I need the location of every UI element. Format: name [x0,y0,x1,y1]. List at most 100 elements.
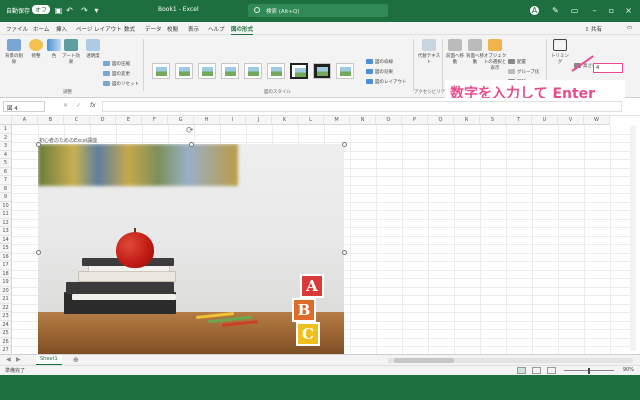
row-header[interactable]: 21 [0,295,12,304]
column-header[interactable]: R [454,116,480,125]
picture[interactable]: A B C [38,144,344,354]
tab-insert[interactable]: 挿入 [56,25,67,33]
row-header[interactable]: 22 [0,303,12,312]
add-sheet-button[interactable]: ⊕ [73,356,79,364]
column-header[interactable]: W [584,116,610,125]
picture-style-8[interactable] [313,63,331,79]
column-header[interactable]: J [246,116,272,125]
redo-icon[interactable]: ↷ [80,6,89,15]
row-header[interactable]: 12 [0,218,12,227]
worksheet-grid[interactable]: ABCDEFGHIJKLMNOPQRSTUVW 1 2 3 4 5 6 7 8 9 10 11 12 1… [0,116,640,354]
tab-help[interactable]: ヘルプ [208,25,225,33]
alt-text-button[interactable]: 代替テキスト [417,39,441,65]
row-header[interactable]: 14 [0,235,12,244]
row-header[interactable]: 17 [0,261,12,270]
row-header[interactable]: 26 [0,337,12,346]
picture-style-6[interactable] [267,63,285,79]
row-header[interactable]: 5 [0,159,12,168]
row-header[interactable]: 20 [0,286,12,295]
reset-picture-button[interactable]: 図のリセット [103,81,139,87]
share-button[interactable]: ⇪ 共有 [585,25,602,33]
autosave-toggle[interactable]: オフ [32,5,51,14]
search-box[interactable]: 検索 (Alt+Q) [248,4,388,17]
select-all-corner[interactable] [0,116,12,125]
column-header[interactable]: L [298,116,324,125]
row-header[interactable]: 15 [0,244,12,253]
tab-picture-format[interactable]: 図の形式 [231,25,254,35]
column-header[interactable]: M [324,116,350,125]
column-header[interactable]: Q [428,116,454,125]
zoom-slider-knob[interactable] [588,368,590,374]
crop-button[interactable]: トリミング [549,39,571,65]
change-picture-button[interactable]: 図の変更 [103,71,130,77]
row-header[interactable]: 3 [0,142,12,151]
normal-view-button[interactable] [517,367,526,374]
vertical-scrollbar[interactable] [630,125,636,351]
bring-forward-button[interactable]: 前面へ移動 [444,39,466,65]
picture-style-9[interactable] [336,63,354,79]
resize-handle[interactable] [342,142,347,147]
column-header[interactable]: O [376,116,402,125]
undo-icon[interactable]: ↶ [65,6,74,15]
row-header[interactable]: 9 [0,193,12,202]
user-avatar[interactable]: A [530,6,539,15]
insert-function-button[interactable]: fx [90,102,96,109]
row-header[interactable]: 2 [0,133,12,142]
sheet-tab[interactable]: Sheet1 [36,355,62,365]
comment-button[interactable]: ▭ [627,25,632,31]
column-header[interactable]: A [12,116,38,125]
close-icon[interactable]: × [624,6,633,15]
cell-b2[interactable]: 初心者のためのExcel講座 [39,137,97,144]
resize-handle[interactable] [342,250,347,255]
column-header[interactable]: E [116,116,142,125]
row-header[interactable]: 18 [0,269,12,278]
row-header[interactable]: 19 [0,278,12,287]
column-header[interactable]: D [90,116,116,125]
row-header[interactable]: 7 [0,176,12,185]
column-header[interactable]: K [272,116,298,125]
column-header[interactable]: V [558,116,584,125]
column-header[interactable]: G [168,116,194,125]
picture-style-4[interactable] [221,63,239,79]
picture-style-2[interactable] [175,63,193,79]
column-header[interactable]: H [194,116,220,125]
picture-layout-button[interactable]: 図のレイアウト [366,79,407,85]
prev-sheet-icon[interactable]: ◀ [6,356,11,363]
tab-file[interactable]: ファイル [6,25,28,33]
row-header[interactable]: 25 [0,329,12,338]
row-header[interactable]: 13 [0,227,12,236]
resize-handle[interactable] [36,250,41,255]
tab-home[interactable]: ホーム [33,25,49,33]
minimize-icon[interactable]: – [590,6,599,15]
picture-style-3[interactable] [198,63,216,79]
column-header[interactable]: U [532,116,558,125]
row-header[interactable]: 24 [0,320,12,329]
scroll-thumb[interactable] [394,358,454,363]
rotate-handle[interactable]: ⟳ [186,126,194,136]
row-header[interactable]: 11 [0,210,12,219]
row-header[interactable]: 10 [0,201,12,210]
cancel-icon[interactable]: ✕ [63,102,68,109]
next-sheet-icon[interactable]: ▶ [16,356,21,363]
ribbon-display-icon[interactable]: ▭ [570,6,579,15]
page-break-view-button[interactable] [547,367,556,374]
tab-data[interactable]: データ [145,25,162,33]
column-header[interactable]: C [64,116,90,125]
resize-handle[interactable] [36,142,41,147]
picture-style-7[interactable] [290,63,308,79]
row-header[interactable]: 27 [0,346,12,354]
picture-style-1[interactable] [152,63,170,79]
restore-icon[interactable]: ▫ [607,6,616,15]
formula-input[interactable] [102,101,622,112]
height-input[interactable]: 4 [593,63,623,73]
column-header[interactable]: F [142,116,168,125]
row-header[interactable]: 1 [0,125,12,134]
column-header[interactable]: N [350,116,376,125]
tab-page-layout[interactable]: ページ レイアウト [76,25,122,33]
row-header[interactable]: 23 [0,312,12,321]
zoom-level[interactable]: 90% [623,367,634,373]
row-header[interactable]: 8 [0,184,12,193]
selection-pane-button[interactable]: オブジェクトの選択と表示 [482,39,508,71]
tab-formulas[interactable]: 数式 [124,25,135,33]
resize-handle[interactable] [189,142,194,147]
